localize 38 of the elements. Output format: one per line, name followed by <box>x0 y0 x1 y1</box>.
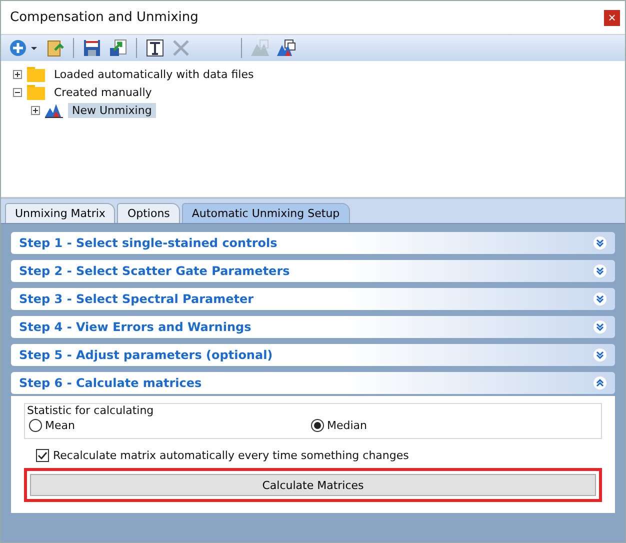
step-header[interactable]: Step 4 - View Errors and Warnings <box>11 316 615 338</box>
expand-icon[interactable] <box>593 320 607 334</box>
step-header[interactable]: Step 6 - Calculate matrices <box>11 372 615 394</box>
folder-icon <box>27 84 45 100</box>
expand-icon[interactable] <box>593 264 607 278</box>
tab[interactable]: Automatic Unmixing Setup <box>182 203 350 223</box>
radio-option[interactable]: Median <box>311 419 593 432</box>
step-header[interactable]: Step 3 - Select Spectral Parameter <box>11 288 615 310</box>
expand-icon[interactable] <box>593 292 607 306</box>
tab[interactable]: Options <box>117 203 180 223</box>
checkbox-option[interactable]: Recalculate matrix automatically every time something changes <box>36 449 602 462</box>
step-header[interactable]: Step 2 - Select Scatter Gate Parameters <box>11 260 615 282</box>
expand-icon[interactable] <box>593 348 607 362</box>
group-title: Statistic for calculating <box>27 404 155 417</box>
expander-icon[interactable] <box>13 70 22 78</box>
radio-option[interactable]: Mean <box>29 419 311 432</box>
step-header[interactable]: Step 1 - Select single-stained controls <box>11 232 615 254</box>
open-folder-icon[interactable] <box>45 38 65 58</box>
tree-item[interactable]: New Unmixing <box>68 102 156 118</box>
tab[interactable]: Unmixing Matrix <box>5 203 116 223</box>
text-icon[interactable] <box>145 38 165 58</box>
tree-item[interactable]: Loaded automatically with data files <box>50 66 258 82</box>
export-icon[interactable] <box>108 38 128 58</box>
close-button[interactable]: × <box>604 10 620 26</box>
calculate-button[interactable]: Calculate Matrices <box>30 474 596 496</box>
checkbox[interactable] <box>36 449 49 462</box>
step-header[interactable]: Step 5 - Adjust parameters (optional) <box>11 344 615 366</box>
expand-icon[interactable] <box>593 236 607 250</box>
add-icon[interactable] <box>9 38 39 58</box>
folder-icon <box>27 66 45 82</box>
tree-item[interactable]: Created manually <box>50 84 156 100</box>
collapse-icon[interactable] <box>593 376 607 390</box>
peaks-copy-icon[interactable] <box>276 38 296 58</box>
expander-icon[interactable] <box>31 106 40 114</box>
peaks-icon <box>45 102 63 118</box>
window-title: Compensation and Unmixing <box>10 10 198 25</box>
expander-icon[interactable] <box>13 88 22 96</box>
save-icon[interactable] <box>82 38 102 58</box>
